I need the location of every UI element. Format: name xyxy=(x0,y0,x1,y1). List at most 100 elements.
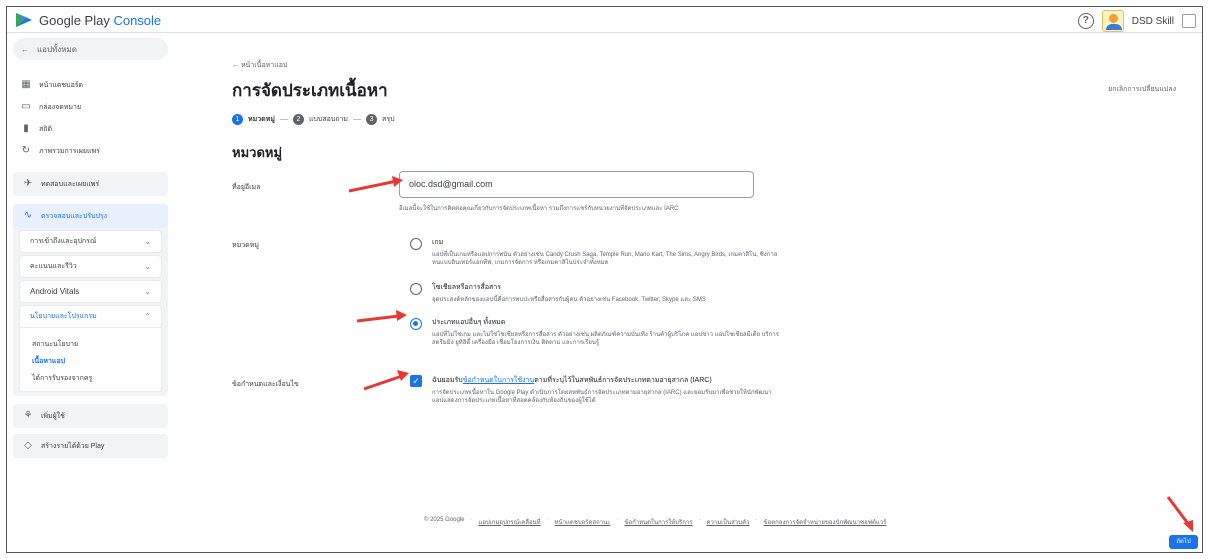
footer-link[interactable]: ความเป็นส่วนตัว xyxy=(706,517,749,527)
group-label: ตรวจสอบและปรับปรุง xyxy=(41,212,108,220)
step-2-label: แบบสอบถาม xyxy=(308,116,349,123)
footer: © 2025 Google · แอปเกมอุปกรณ์เคลื่อนที่ … xyxy=(424,517,886,527)
annotation-arrow-email xyxy=(348,176,403,193)
sidebar-item-stats[interactable]: ▮ สถิติ xyxy=(7,118,174,140)
terms-checkbox-row[interactable]: ✓ ฉันยอมรับข้อกำหนดในการใช้งานตามที่ระบุ… xyxy=(410,375,782,405)
group-label: ทดสอบและเผยแพร่ xyxy=(41,180,100,188)
account-name[interactable]: DSD Skill xyxy=(1132,16,1174,27)
avatar[interactable] xyxy=(1101,10,1124,32)
option-desc: แอปที่เป็นเกมหรือแอปการพนัน ตัวอย่างเช่น… xyxy=(432,252,778,266)
page-title: การจัดประเภทเนื้อหา xyxy=(232,81,388,100)
sidebar-item-teacher-approved[interactable]: ได้การรับรองจากครู xyxy=(20,370,161,387)
footer-link[interactable]: หน้าแดชบอร์ดสถานะ xyxy=(555,517,611,527)
terms-of-use-link[interactable]: ข้อกำหนดในการใช้งาน xyxy=(463,377,535,384)
group-head: ✈ ทดสอบและเผยแพร่ xyxy=(13,172,168,196)
radio-social[interactable] xyxy=(410,283,422,295)
email-field[interactable]: oloc.dsd@gmail.com xyxy=(399,171,754,198)
all-apps-label: แอปทั้งหมด xyxy=(37,44,77,54)
sidebar-group-monitor-head[interactable]: ∿ ตรวจสอบและปรับปรุง xyxy=(13,204,168,228)
option-text: โซเชียลหรือการสื่อสาร จุดประสงค์หลักของแ… xyxy=(432,282,782,304)
section-label: นโยบายและโปรแกรม xyxy=(30,313,97,320)
option-title: ประเภทแอปอื่นๆ ทั้งหมด xyxy=(432,319,506,326)
sidebar-item-app-content[interactable]: เนื้อหาแอป xyxy=(20,353,161,370)
annotation-arrow-other xyxy=(356,310,407,323)
separator: · xyxy=(616,517,619,523)
sidebar-group-monitor: ∿ ตรวจสอบและปรับปรุง การเข้าถึงและอุปกรณ… xyxy=(13,204,168,396)
category-option-social[interactable]: โซเชียลหรือการสื่อสาร จุดประสงค์หลักของแ… xyxy=(410,282,782,304)
stepper: 1 หมวดหมู่ 2 แบบสอบถาม 3 สรุป xyxy=(232,114,395,125)
copyright: © 2025 Google xyxy=(424,517,465,523)
separator: · xyxy=(546,517,549,523)
sidebar-item-label: หน้าแดชบอร์ด xyxy=(39,81,84,89)
publishing-icon: ↻ xyxy=(21,145,31,156)
main-content: ← หน้าเนื้อหาแอป การจัดประเภทเนื้อหา ยกเ… xyxy=(174,34,1202,552)
section-label: Android Vitals xyxy=(30,287,80,296)
section-label: การเข้าถึงและอุปกรณ์ xyxy=(30,238,97,245)
all-apps-button[interactable]: ← แอปทั้งหมด xyxy=(13,38,168,60)
category-option-other[interactable]: ประเภทแอปอื่นๆ ทั้งหมด แอปที่ไม่ใช่เกม แ… xyxy=(410,317,782,347)
sidebar: ← แอปทั้งหมด ▦ หน้าแดชบอร์ด ▭ กล่องจดหมา… xyxy=(7,34,174,552)
browser-frame: Google Play Console ? DSD Skill ← แอปทั้… xyxy=(6,6,1203,553)
sidebar-item-reach-devices[interactable]: การเข้าถึงและอุปกรณ์ ⌄ xyxy=(19,230,162,253)
back-arrow-icon: ← xyxy=(21,44,29,54)
help-icon[interactable]: ? xyxy=(1077,13,1094,29)
sidebar-item-ratings[interactable]: คะแนนและรีวิว ⌄ xyxy=(19,255,162,278)
group-label: เพิ่มผู้ใช้ xyxy=(41,412,65,420)
next-button[interactable]: ถัดไป xyxy=(1169,535,1198,549)
email-label: ที่อยู่อีเมล xyxy=(232,184,261,191)
sidebar-group-grow[interactable]: ⚘ เพิ่มผู้ใช้ xyxy=(13,404,168,428)
sidebar-item-dashboard[interactable]: ▦ หน้าแดชบอร์ด xyxy=(7,74,174,96)
sidebar-item-publishing[interactable]: ↻ ภาพรวมการเผยแพร่ xyxy=(7,140,174,162)
account-area: ? DSD Skill xyxy=(1077,10,1196,32)
option-text: ประเภทแอปอื่นๆ ทั้งหมด แอปที่ไม่ใช่เกม แ… xyxy=(432,317,782,347)
play-console-logo[interactable]: Google Play Console xyxy=(15,12,161,28)
play-logo-icon xyxy=(16,13,32,27)
category-option-game[interactable]: เกม แอปที่เป็นเกมหรือแอปการพนัน ตัวอย่าง… xyxy=(410,237,782,267)
terms-label: ข้อกำหนดและเงื่อนไข xyxy=(232,381,299,388)
terms-post: ตามที่ระบุไว้ในสหพันธ์การจัดประเภทตามอาย… xyxy=(534,377,712,384)
sidebar-item-android-vitals[interactable]: Android Vitals ⌄ xyxy=(19,280,162,303)
sidebar-item-inbox[interactable]: ▭ กล่องจดหมาย xyxy=(7,96,174,118)
grow-users-icon: ⚘ xyxy=(23,410,33,421)
app-name: Google Play Console xyxy=(39,12,162,28)
chevron-down-icon: ⌄ xyxy=(144,237,151,246)
sidebar-item-policy-status[interactable]: สถานะนโยบาย xyxy=(20,336,161,353)
radio-other[interactable] xyxy=(410,318,422,330)
step-1-label: หมวดหมู่ xyxy=(248,116,275,123)
step-3-dot: 3 xyxy=(366,114,378,125)
separator: · xyxy=(698,517,701,523)
account-settings-icon[interactable] xyxy=(1182,14,1196,28)
step-2-dot: 2 xyxy=(292,114,304,125)
sidebar-group-test-release[interactable]: ✈ ทดสอบและเผยแพร่ xyxy=(13,172,168,196)
category-label: หมวดหมู่ xyxy=(232,242,259,249)
step-3-label: สรุป xyxy=(382,116,395,123)
option-text: เกม แอปที่เป็นเกมหรือแอปการพนัน ตัวอย่าง… xyxy=(432,237,782,267)
separator: · xyxy=(755,517,758,523)
sidebar-item-label: ภาพรวมการเผยแพร่ xyxy=(39,147,100,155)
discard-changes-link[interactable]: ยกเลิกการเปลี่ยนแปลง xyxy=(1108,84,1176,95)
radio-game[interactable] xyxy=(410,238,422,250)
chevron-down-icon: ⌄ xyxy=(144,262,151,271)
sidebar-item-policy[interactable]: นโยบายและโปรแกรม ⌃ xyxy=(19,305,162,328)
rocket-icon: ✈ xyxy=(23,178,33,189)
step-connector xyxy=(353,119,362,120)
step-1-dot: 1 xyxy=(232,114,243,125)
section-title: หมวดหมู่ xyxy=(232,145,283,160)
footer-link[interactable]: แอปเกมอุปกรณ์เคลื่อนที่ xyxy=(478,517,540,527)
annotation-arrow-next xyxy=(1166,496,1193,532)
footer-link[interactable]: ข้อตกลงการจัดจำหน่ายของนักพัฒนาซอฟต์แวร์ xyxy=(764,517,887,527)
step-connector xyxy=(279,119,288,120)
terms-desc: การจัดประเภทเนื้อหาใน Google Play ดำเนิน… xyxy=(432,390,772,404)
terms-text: ฉันยอมรับข้อกำหนดในการใช้งานตามที่ระบุไว… xyxy=(432,375,782,405)
group-head: ◇ สร้างรายได้ด้วย Play xyxy=(13,434,168,458)
sidebar-group-monetize[interactable]: ◇ สร้างรายได้ด้วย Play xyxy=(13,434,168,458)
chevron-up-icon: ⌃ xyxy=(144,312,151,321)
annotation-arrow-terms xyxy=(363,370,409,391)
footer-link[interactable]: ข้อกำหนดในการให้บริการ xyxy=(624,517,692,527)
breadcrumb[interactable]: ← หน้าเนื้อหาแอป xyxy=(232,60,287,71)
top-bar: Google Play Console ? DSD Skill xyxy=(7,7,1202,33)
option-desc: จุดประสงค์หลักของแอปนี้คือการพบปะหรือสื่… xyxy=(432,297,706,303)
option-desc: แอปที่ไม่ใช่เกม และไม่ใช่โซเชียลหรือการส… xyxy=(432,332,779,346)
dashboard-icon: ▦ xyxy=(21,79,31,90)
sidebar-item-label: สถิติ xyxy=(39,125,53,133)
